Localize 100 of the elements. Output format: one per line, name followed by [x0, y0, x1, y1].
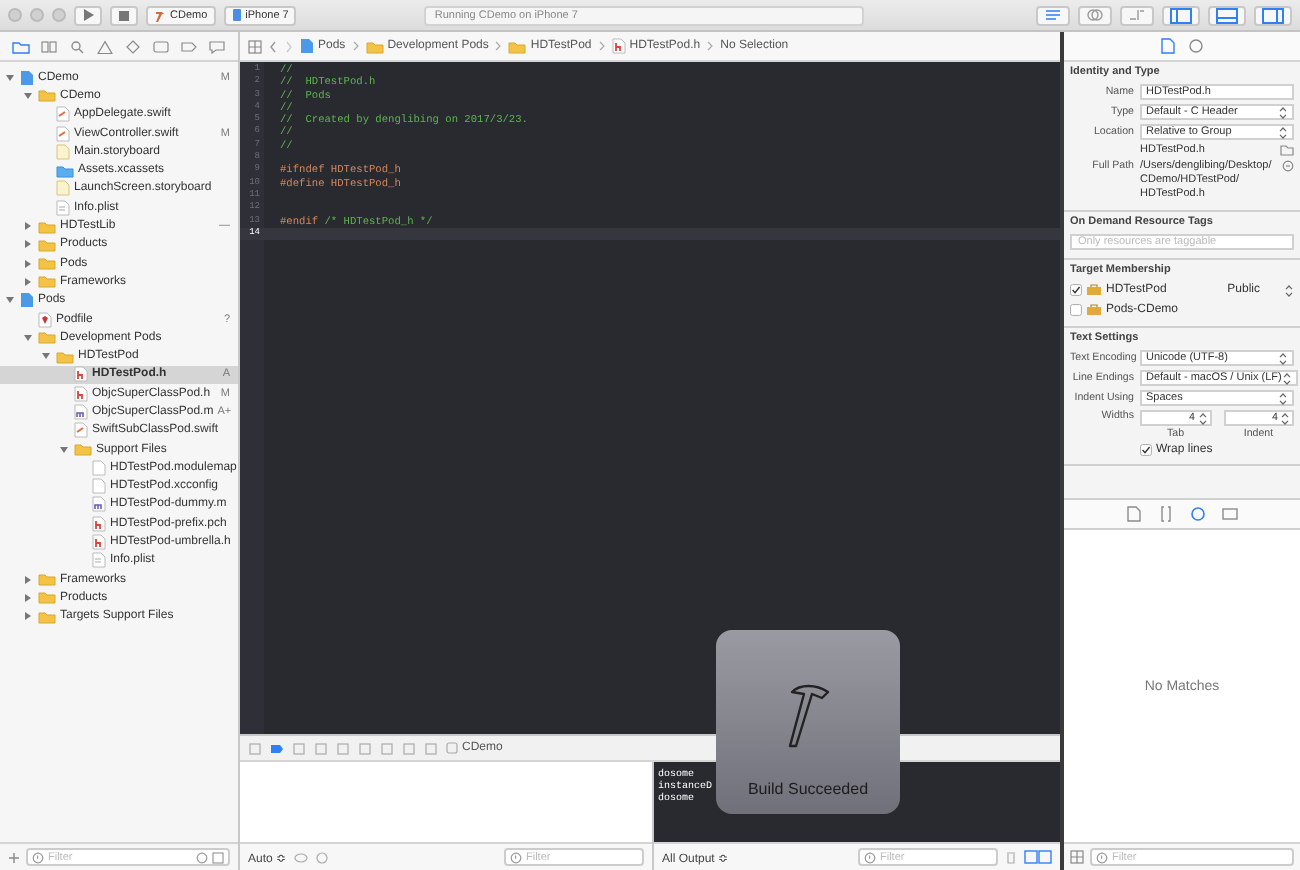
grid-icon[interactable]	[1070, 850, 1084, 864]
document-icon	[1160, 38, 1176, 54]
assistant-editor-button[interactable]	[1078, 5, 1112, 25]
braces-tab[interactable]	[1158, 506, 1174, 522]
rings-icon	[1086, 8, 1104, 22]
version-editor-button[interactable]	[1120, 5, 1154, 25]
folder-icon	[38, 88, 56, 103]
hammer-icon	[154, 9, 166, 21]
checkbox-icon[interactable]	[1070, 304, 1082, 316]
chevron-icon	[706, 40, 715, 52]
chevron-icon	[351, 40, 360, 52]
document-icon	[20, 69, 34, 86]
trash-icon	[1006, 850, 1016, 864]
list-file-icon	[56, 199, 70, 216]
list-file-icon	[92, 552, 106, 569]
add-button[interactable]	[8, 851, 20, 863]
chevron-left-icon	[268, 39, 278, 53]
disclosure-expanded-icon[interactable]	[4, 71, 16, 84]
chevron-right-icon	[284, 39, 294, 53]
folder-icon	[12, 39, 31, 53]
storyboard-file-icon	[56, 180, 70, 197]
stop-button[interactable]	[110, 5, 138, 25]
disclosure-collapsed-icon[interactable]	[22, 573, 34, 586]
source-file-icon	[92, 496, 106, 513]
hammer-icon	[784, 680, 832, 752]
diamond-icon	[123, 39, 142, 53]
split-view-icon	[1024, 850, 1052, 864]
breakpoint-icon	[270, 741, 284, 755]
grid-navigator-tab[interactable]	[38, 37, 61, 55]
run-button[interactable]	[74, 5, 102, 25]
grid-icon	[248, 39, 262, 53]
grid-icon	[40, 39, 59, 53]
checkbox-checked-icon[interactable]	[1140, 444, 1152, 456]
stepper-icon	[1278, 105, 1288, 119]
stepper-icon	[1281, 371, 1292, 385]
navigator-panel-toggle[interactable]	[1162, 5, 1200, 25]
folder-icon[interactable]	[1280, 144, 1294, 156]
window-zoom-button[interactable]	[52, 8, 66, 22]
forward-button[interactable]	[284, 39, 294, 53]
disclosure-collapsed-icon[interactable]	[22, 275, 34, 288]
circle-icon	[1190, 506, 1206, 522]
search-icon	[68, 39, 87, 53]
disclosure-collapsed-icon[interactable]	[22, 220, 34, 233]
disclosure-expanded-icon[interactable]	[40, 350, 52, 363]
standard-editor-button[interactable]	[1036, 5, 1070, 25]
checkbox-checked-icon[interactable]	[1070, 284, 1082, 296]
warning-icon	[96, 39, 115, 53]
document-icon	[20, 292, 34, 309]
disclosure-collapsed-icon[interactable]	[22, 610, 34, 623]
disclosure-expanded-icon[interactable]	[22, 89, 34, 102]
disclosure-expanded-icon[interactable]	[4, 294, 16, 307]
inspector-panel-toggle[interactable]	[1254, 5, 1292, 25]
toolbox-icon	[1086, 284, 1102, 296]
film-icon	[1222, 506, 1238, 522]
disclosure-collapsed-icon[interactable]	[22, 238, 34, 251]
disclosure-expanded-icon[interactable]	[22, 331, 34, 344]
help-icon	[1188, 38, 1204, 54]
panel-icon	[1170, 7, 1192, 23]
folder-navigator-tab[interactable]	[10, 37, 33, 55]
grid-icon	[212, 851, 224, 863]
document-tab[interactable]	[1160, 38, 1176, 54]
folder-icon	[508, 39, 527, 53]
film-tab[interactable]	[1222, 506, 1238, 522]
window-minimize-button[interactable]	[30, 8, 44, 22]
speech-bubble-icon	[207, 39, 226, 53]
window-close-button[interactable]	[8, 8, 22, 22]
eye-icon	[294, 851, 309, 863]
debug-panel-toggle[interactable]	[1208, 5, 1246, 25]
search-navigator-tab[interactable]	[66, 37, 89, 55]
diamond-navigator-tab[interactable]	[121, 37, 144, 55]
folder-icon	[56, 163, 74, 178]
disclosure-collapsed-icon[interactable]	[22, 257, 34, 270]
document-icon	[300, 38, 314, 54]
help-tab[interactable]	[1188, 38, 1204, 54]
play-icon	[82, 8, 94, 22]
breakpoint-button[interactable]	[270, 741, 284, 755]
disclosure-expanded-icon[interactable]	[58, 443, 70, 456]
source-file-icon	[74, 403, 88, 420]
search-icon	[32, 851, 44, 863]
braces-icon	[1158, 506, 1174, 522]
circle-tab[interactable]	[1190, 506, 1206, 522]
phone-icon	[231, 8, 242, 22]
stepper-icon	[1197, 411, 1207, 425]
back-button[interactable]	[268, 39, 278, 53]
disclosure-collapsed-icon[interactable]	[22, 591, 34, 604]
stepper-icon	[1280, 411, 1290, 425]
chevron-icon	[494, 40, 503, 52]
tag-navigator-tab[interactable]	[177, 37, 200, 55]
plus-icon	[8, 851, 20, 863]
speech-bubble-navigator-tab[interactable]	[205, 37, 228, 55]
ruby-file-icon	[38, 311, 52, 327]
document-tab[interactable]	[1126, 506, 1142, 522]
folder-icon	[365, 39, 384, 53]
warning-navigator-tab[interactable]	[94, 37, 117, 55]
stepper-icon	[1278, 351, 1288, 365]
related-items-button[interactable]	[248, 39, 262, 53]
stop-icon	[118, 9, 130, 21]
document-icon	[1126, 506, 1142, 522]
search-icon	[1096, 851, 1108, 863]
search-icon	[864, 851, 876, 863]
